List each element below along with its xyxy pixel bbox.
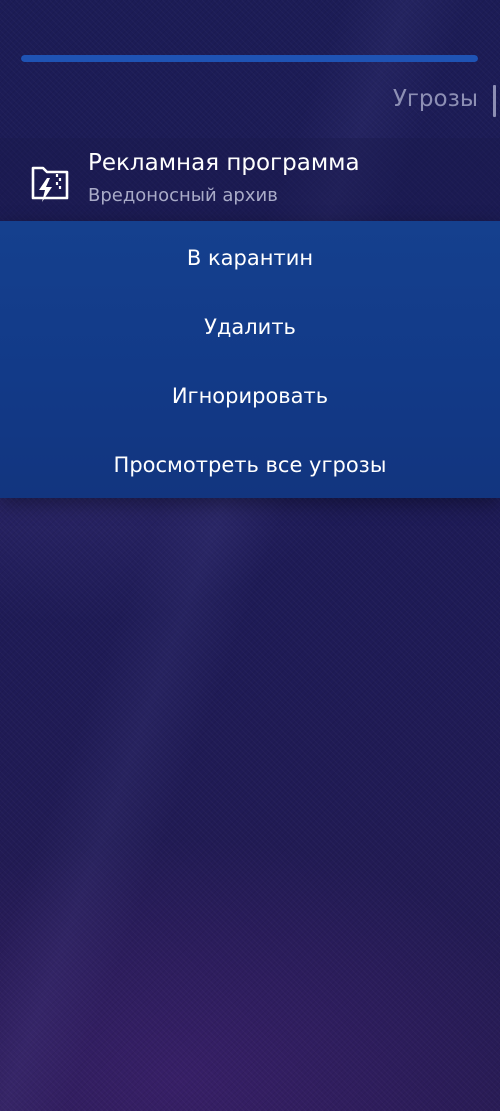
- archive-folder-lightning-icon: [30, 160, 70, 204]
- threat-subtitle: Вредоносный архив: [88, 185, 278, 206]
- quarantine-menu-item[interactable]: В карантин: [0, 223, 500, 292]
- ignore-menu-item[interactable]: Игнорировать: [0, 361, 500, 430]
- tab-threats[interactable]: Угрозы: [393, 86, 478, 112]
- scan-progress-bar: [21, 55, 478, 62]
- delete-menu-item[interactable]: Удалить: [0, 292, 500, 361]
- view-all-threats-menu-item[interactable]: Просмотреть все угрозы: [0, 430, 500, 499]
- tab-indicator: [493, 85, 496, 117]
- threat-action-menu: В карантин Удалить Игнорировать Просмотр…: [0, 221, 500, 498]
- threat-title: Рекламная программа: [88, 150, 360, 176]
- scan-progress-fill: [21, 55, 478, 62]
